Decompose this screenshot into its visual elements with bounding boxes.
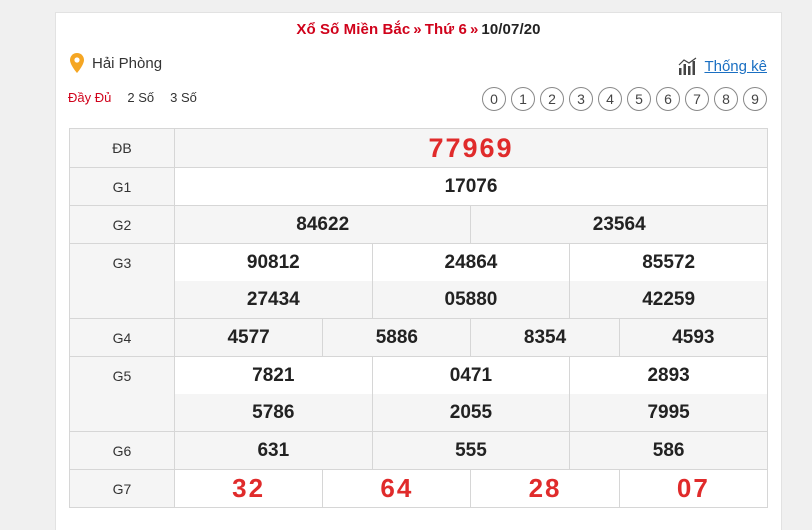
location-name: Hải Phòng — [92, 54, 163, 72]
prize-number: 64 — [322, 469, 472, 508]
prize-label: G6 — [69, 431, 175, 470]
results-table: ĐB 77969 G1 17076 G2 84622 23564 G3 9081… — [69, 128, 769, 508]
prize-number: 631 — [174, 431, 373, 470]
breadcrumb-separator: » — [413, 21, 422, 38]
prize-label: G7 — [69, 469, 175, 508]
prize-number: 85572 — [642, 252, 696, 273]
prize-row-g3: G3 90812 27434 24864 05880 85572 42259 — [69, 243, 768, 319]
stats-link-group[interactable]: Thống kê — [678, 57, 767, 75]
prize-number: 90812 — [246, 252, 300, 273]
digit-filter: 0 1 2 3 4 5 6 7 8 9 — [477, 87, 767, 111]
tab-full[interactable]: Đầy Đủ — [68, 90, 111, 105]
prize-row-g2: G2 84622 23564 — [69, 205, 768, 244]
prize-number: 7821 — [252, 365, 295, 386]
prize-number: 32 — [173, 469, 324, 508]
digit-button-2[interactable]: 2 — [540, 87, 564, 111]
prize-label: G3 — [69, 243, 175, 319]
prize-cell: 2893 7995 — [569, 356, 768, 432]
prize-cell: 85572 42259 — [569, 243, 768, 319]
location: Hải Phòng — [70, 53, 162, 73]
prize-number: 8354 — [470, 318, 620, 357]
prize-number: 555 — [371, 431, 571, 470]
digit-button-6[interactable]: 6 — [656, 87, 680, 111]
digit-button-0[interactable]: 0 — [482, 87, 506, 111]
prize-number: 5886 — [322, 318, 472, 357]
digit-button-9[interactable]: 9 — [743, 87, 767, 111]
stats-link[interactable]: Thống kê — [704, 58, 767, 75]
prize-label: G1 — [69, 167, 175, 206]
prize-number: 27434 — [175, 281, 372, 318]
prize-number: 84622 — [173, 205, 472, 244]
prize-number: 42259 — [570, 281, 767, 318]
digit-button-1[interactable]: 1 — [511, 87, 535, 111]
region-link[interactable]: Xổ Số Miền Bắc — [296, 21, 410, 38]
prize-row-db: ĐB 77969 — [69, 128, 768, 168]
prize-number: 2055 — [372, 394, 570, 431]
prize-row-g5: G5 7821 5786 0471 2055 2893 7995 — [69, 356, 768, 432]
prize-label: ĐB — [69, 128, 175, 168]
digit-button-7[interactable]: 7 — [685, 87, 709, 111]
location-pin-icon — [70, 53, 84, 73]
prize-number: 24864 — [444, 252, 498, 273]
prize-number: 2893 — [647, 365, 690, 386]
prize-number: 05880 — [372, 281, 570, 318]
prize-number: 4577 — [173, 318, 324, 357]
prize-number: 7995 — [570, 394, 767, 431]
prize-cell: 7821 5786 — [174, 356, 373, 432]
prize-row-g1: G1 17076 — [69, 167, 768, 206]
breadcrumb-separator: » — [469, 21, 479, 38]
prize-cell: 24864 05880 — [371, 243, 571, 319]
view-tabs: Đầy Đủ 2 Số 3 Số — [68, 90, 213, 105]
digit-button-5[interactable]: 5 — [627, 87, 651, 111]
digit-button-8[interactable]: 8 — [714, 87, 738, 111]
prize-row-g6: G6 631 555 586 — [69, 431, 768, 470]
tab-2-digits[interactable]: 2 Số — [127, 90, 154, 105]
prize-number: 5786 — [175, 394, 372, 431]
prize-row-g4: G4 4577 5886 8354 4593 — [69, 318, 769, 357]
prize-number: 17076 — [174, 167, 768, 206]
prize-number: 28 — [470, 469, 620, 508]
prize-row-g7: G7 32 64 28 07 — [69, 469, 769, 508]
prize-number: 4593 — [618, 318, 769, 357]
bar-chart-icon — [679, 57, 697, 75]
prize-number: 07 — [618, 469, 769, 508]
prize-label: G5 — [69, 356, 175, 432]
draw-date: 10/07/20 — [481, 21, 541, 38]
results-card: Xổ Số Miền Bắc» Thứ 6» 10/07/20 Hải Phòng … — [55, 12, 782, 530]
weekday-link[interactable]: Thứ 6 — [425, 21, 467, 38]
prize-number: 586 — [569, 431, 768, 470]
prize-number: 23564 — [470, 205, 768, 244]
tab-3-digits[interactable]: 3 Số — [170, 90, 197, 105]
prize-label: G2 — [69, 205, 175, 244]
prize-cell: 0471 2055 — [371, 356, 571, 432]
prize-number: 0471 — [449, 365, 493, 386]
prize-label: G4 — [69, 318, 175, 357]
digit-button-4[interactable]: 4 — [598, 87, 622, 111]
prize-cell: 90812 27434 — [174, 243, 373, 319]
special-prize-number: 77969 — [174, 128, 768, 168]
digit-button-3[interactable]: 3 — [569, 87, 593, 111]
page-title: Xổ Số Miền Bắc» Thứ 6» 10/07/20 — [56, 21, 781, 38]
